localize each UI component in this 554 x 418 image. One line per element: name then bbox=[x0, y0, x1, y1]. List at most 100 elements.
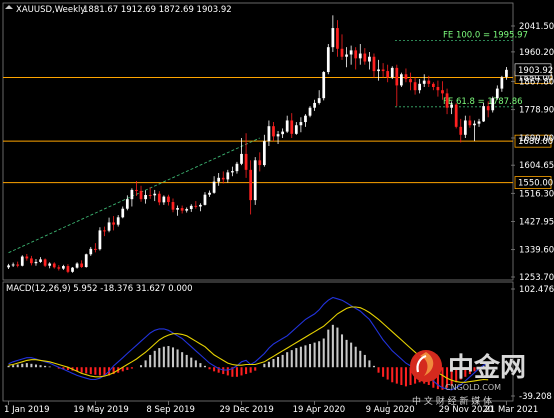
candle-down bbox=[290, 120, 294, 134]
candle-up bbox=[176, 208, 179, 210]
candle-up bbox=[299, 122, 303, 126]
candle-down bbox=[395, 67, 399, 86]
candle-up bbox=[477, 121, 481, 124]
candle-up bbox=[203, 194, 207, 205]
candle-up bbox=[231, 171, 234, 173]
candle-up bbox=[377, 69, 380, 72]
date-tick-label: 21 Mar 2021 bbox=[484, 405, 538, 415]
candle-down bbox=[386, 71, 390, 78]
candle-up bbox=[390, 67, 394, 78]
price-tick-label: 1339.60 bbox=[519, 246, 554, 256]
candle-up bbox=[358, 53, 362, 59]
candle-up bbox=[7, 265, 10, 268]
candle-down bbox=[180, 208, 184, 211]
candle-down bbox=[413, 82, 417, 91]
price-tick-label: 1778.90 bbox=[519, 106, 554, 116]
candle-up bbox=[285, 120, 289, 132]
candle-down bbox=[336, 28, 339, 49]
candle-up bbox=[308, 107, 312, 116]
candle-down bbox=[468, 120, 472, 126]
candle-down bbox=[409, 79, 412, 83]
price-tick-label: 1427.95 bbox=[519, 217, 554, 227]
candle-up bbox=[281, 131, 284, 135]
candle-up bbox=[418, 83, 422, 91]
price-tick-label: 1604.65 bbox=[519, 161, 554, 171]
candle-down bbox=[194, 205, 198, 207]
candle-down bbox=[258, 160, 262, 166]
candle-down bbox=[30, 258, 33, 264]
level-price-label: 1550.00 bbox=[518, 179, 553, 189]
candle-up bbox=[121, 208, 125, 218]
date-tick-label: 19 Apr 2020 bbox=[293, 405, 346, 415]
candle-down bbox=[25, 256, 29, 259]
candle-up bbox=[153, 193, 157, 196]
candle-down bbox=[93, 248, 97, 250]
candle-down bbox=[52, 263, 56, 268]
candle-up bbox=[240, 153, 243, 164]
candle-down bbox=[441, 90, 444, 94]
candle-up bbox=[217, 177, 221, 182]
candle-up bbox=[11, 264, 15, 266]
symbol-timeframe-label: XAUUSD,Weekly bbox=[16, 5, 85, 15]
candle-down bbox=[16, 264, 20, 266]
date-tick-label: 9 Aug 2020 bbox=[366, 405, 415, 415]
candle-up bbox=[368, 56, 371, 62]
candle-up bbox=[20, 256, 24, 266]
candle-down bbox=[43, 259, 47, 266]
macd-indicator-label: MACD(12,26,9) 5.952 -18.376 31.627 0.000 bbox=[6, 284, 193, 294]
candle-down bbox=[66, 266, 70, 272]
candle-up bbox=[189, 205, 193, 210]
price-tick-label: 1960.20 bbox=[519, 48, 554, 58]
candle-up bbox=[125, 199, 129, 209]
candle-down bbox=[404, 74, 408, 80]
candle-down bbox=[80, 263, 84, 268]
candle-up bbox=[144, 195, 147, 200]
candle-up bbox=[482, 106, 485, 122]
fib-level-label: FE 100.0 = 1995.97 bbox=[443, 30, 528, 40]
candle-up bbox=[107, 222, 111, 231]
candle-down bbox=[431, 83, 435, 88]
candle-down bbox=[445, 93, 449, 108]
candle-down bbox=[363, 53, 367, 62]
candle-up bbox=[48, 263, 52, 266]
candle-up bbox=[185, 209, 189, 211]
candle-up bbox=[422, 80, 426, 84]
candle-down bbox=[427, 80, 431, 84]
price-tick-label: 1867.80 bbox=[519, 77, 554, 87]
candle-up bbox=[349, 50, 353, 55]
price-tick-label: 1253.70 bbox=[519, 273, 554, 283]
candle-down bbox=[340, 48, 344, 57]
candle-up bbox=[473, 123, 476, 126]
watermark-site: CNGOLD.COM bbox=[445, 383, 501, 392]
candle-up bbox=[235, 163, 239, 172]
candle-up bbox=[495, 88, 499, 99]
candle-down bbox=[148, 195, 152, 197]
candle-up bbox=[322, 72, 326, 99]
candle-down bbox=[221, 177, 225, 180]
candle-up bbox=[98, 230, 102, 250]
candle-up bbox=[253, 160, 257, 201]
date-tick-label: 29 Dec 2019 bbox=[220, 405, 274, 415]
candle-down bbox=[354, 50, 358, 59]
macd-tick-label: -39.208 bbox=[519, 392, 552, 402]
candle-up bbox=[162, 196, 166, 203]
candle-down bbox=[454, 104, 458, 127]
candle-up bbox=[313, 102, 316, 108]
candle-up bbox=[71, 267, 74, 272]
price-tick-label: 1690.00 bbox=[519, 134, 554, 144]
candle-up bbox=[62, 266, 65, 269]
candle-up bbox=[226, 172, 230, 180]
date-tick-label: 1 Jan 2019 bbox=[4, 405, 50, 415]
candle-up bbox=[463, 120, 467, 135]
candle-up bbox=[345, 54, 348, 57]
watermark-slogan: 中 文 财 经 新 媒 体 bbox=[412, 395, 492, 407]
candle-up bbox=[500, 77, 504, 89]
candle-up bbox=[208, 192, 211, 195]
candle-up bbox=[212, 181, 216, 193]
candle-up bbox=[75, 263, 79, 268]
candle-down bbox=[244, 153, 248, 170]
candle-down bbox=[157, 193, 161, 203]
candle-up bbox=[34, 261, 38, 264]
candle-up bbox=[262, 141, 266, 166]
candle-down bbox=[381, 69, 385, 72]
